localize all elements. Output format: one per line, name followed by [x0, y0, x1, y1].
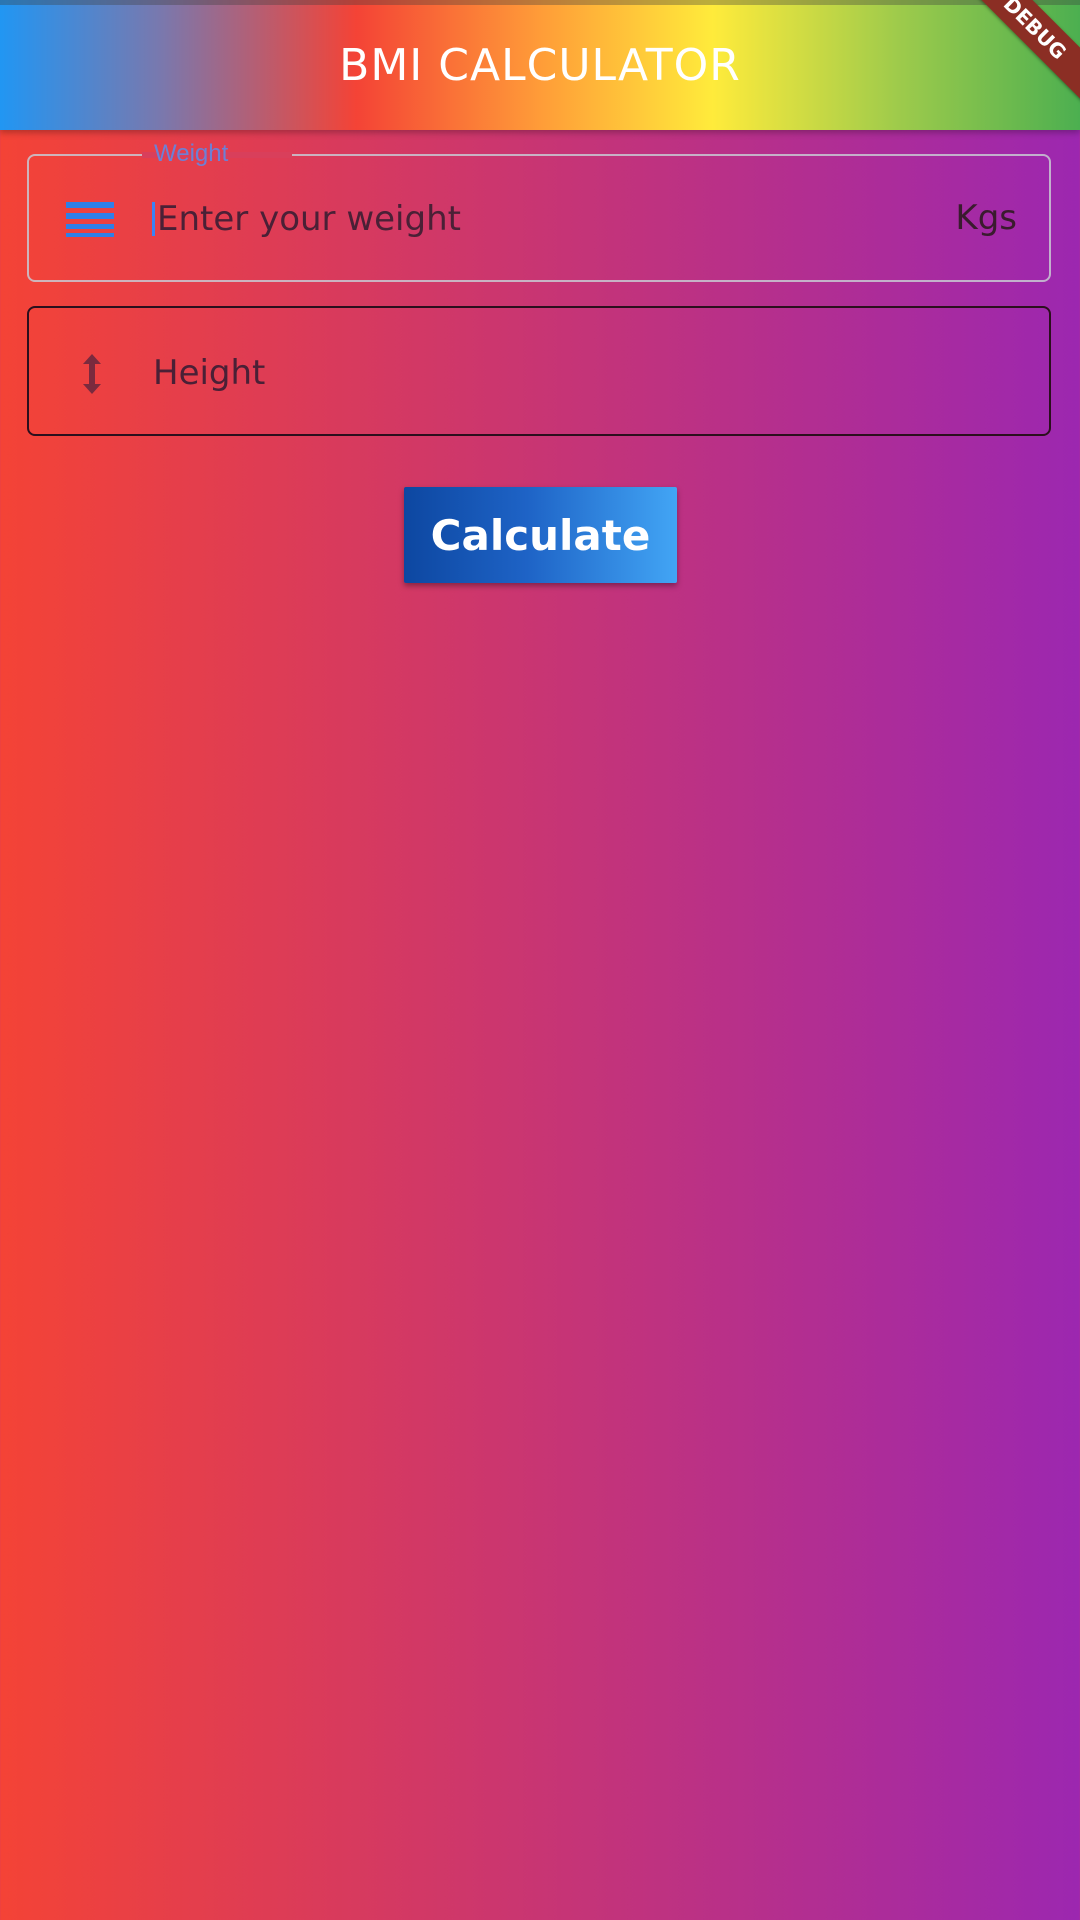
app-bar: BMI CALCULATOR — [0, 0, 1080, 130]
weight-unit-suffix: Kgs — [955, 198, 1017, 238]
height-field[interactable] — [27, 306, 1051, 436]
weight-field[interactable]: Weight Kgs — [27, 140, 1051, 282]
text-cursor — [152, 202, 155, 236]
status-line — [0, 0, 1080, 5]
height-input[interactable] — [153, 346, 1013, 400]
vertical-arrows-icon — [77, 352, 107, 396]
app-title: BMI CALCULATOR — [339, 40, 741, 91]
weight-label: Weight — [154, 140, 229, 167]
calculate-button[interactable]: Calculate — [404, 487, 677, 583]
weight-input[interactable] — [157, 192, 857, 246]
list-icon — [66, 200, 116, 240]
